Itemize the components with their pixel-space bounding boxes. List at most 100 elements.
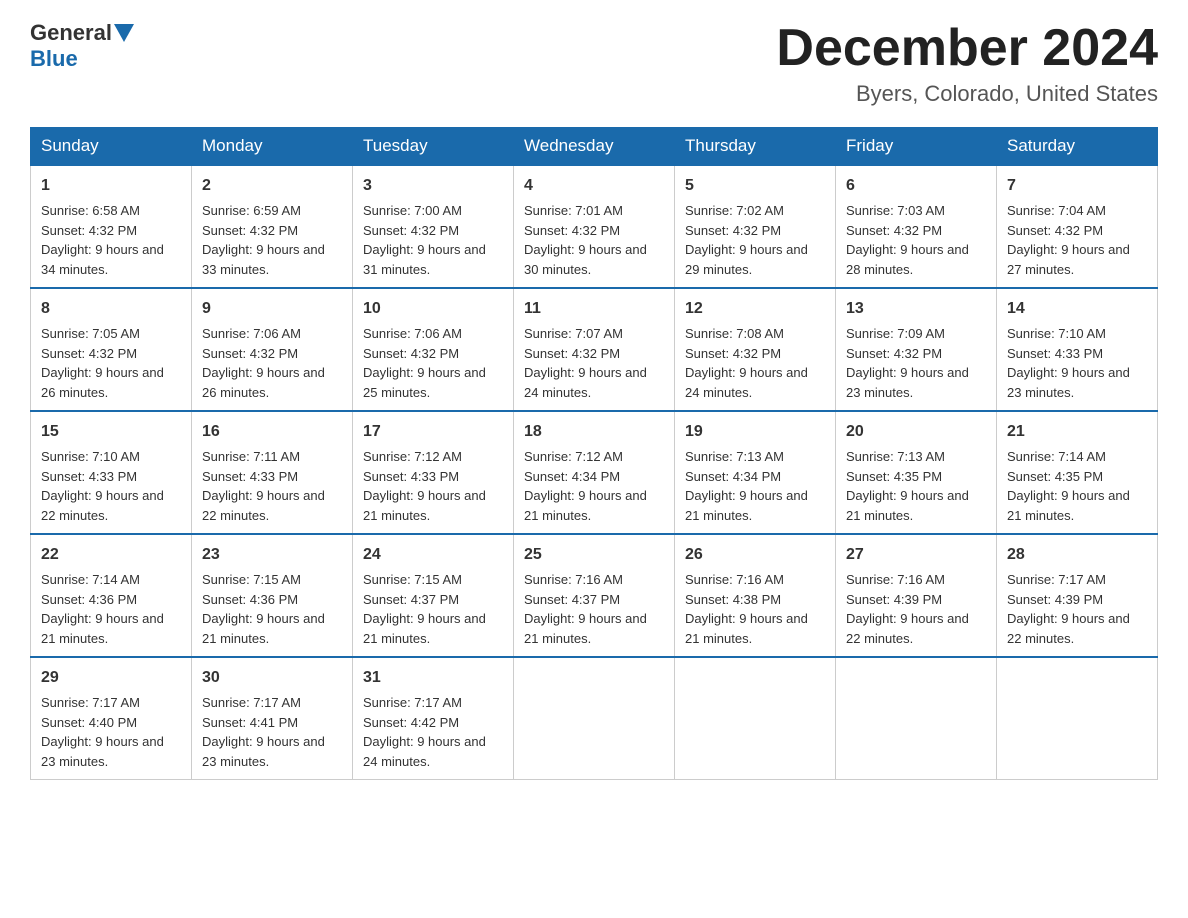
daylight-text: Daylight: 9 hours and 26 minutes. bbox=[41, 365, 164, 400]
sunset-text: Sunset: 4:34 PM bbox=[524, 469, 620, 484]
week-row-0: 1 Sunrise: 6:58 AM Sunset: 4:32 PM Dayli… bbox=[31, 165, 1158, 288]
sunset-text: Sunset: 4:35 PM bbox=[1007, 469, 1103, 484]
weekday-header-saturday: Saturday bbox=[997, 128, 1158, 166]
sunrise-text: Sunrise: 7:16 AM bbox=[685, 572, 784, 587]
sunset-text: Sunset: 4:36 PM bbox=[41, 592, 137, 607]
title-block: December 2024 Byers, Colorado, United St… bbox=[776, 20, 1158, 107]
calendar-cell: 26 Sunrise: 7:16 AM Sunset: 4:38 PM Dayl… bbox=[675, 534, 836, 657]
daylight-text: Daylight: 9 hours and 21 minutes. bbox=[685, 488, 808, 523]
sunrise-text: Sunrise: 7:13 AM bbox=[846, 449, 945, 464]
logo-blue-text: Blue bbox=[30, 46, 78, 72]
sunset-text: Sunset: 4:32 PM bbox=[846, 223, 942, 238]
logo-arrow-icon bbox=[114, 24, 134, 42]
weekday-header-tuesday: Tuesday bbox=[353, 128, 514, 166]
sunrise-text: Sunrise: 7:10 AM bbox=[41, 449, 140, 464]
daylight-text: Daylight: 9 hours and 22 minutes. bbox=[846, 611, 969, 646]
calendar-cell: 28 Sunrise: 7:17 AM Sunset: 4:39 PM Dayl… bbox=[997, 534, 1158, 657]
sunset-text: Sunset: 4:34 PM bbox=[685, 469, 781, 484]
sunrise-text: Sunrise: 7:06 AM bbox=[363, 326, 462, 341]
daylight-text: Daylight: 9 hours and 21 minutes. bbox=[363, 488, 486, 523]
weekday-header-sunday: Sunday bbox=[31, 128, 192, 166]
sunset-text: Sunset: 4:42 PM bbox=[363, 715, 459, 730]
sunrise-text: Sunrise: 7:13 AM bbox=[685, 449, 784, 464]
calendar-cell: 17 Sunrise: 7:12 AM Sunset: 4:33 PM Dayl… bbox=[353, 411, 514, 534]
calendar-cell: 27 Sunrise: 7:16 AM Sunset: 4:39 PM Dayl… bbox=[836, 534, 997, 657]
logo: General Blue bbox=[30, 20, 136, 72]
calendar-cell: 22 Sunrise: 7:14 AM Sunset: 4:36 PM Dayl… bbox=[31, 534, 192, 657]
week-row-3: 22 Sunrise: 7:14 AM Sunset: 4:36 PM Dayl… bbox=[31, 534, 1158, 657]
calendar-cell: 5 Sunrise: 7:02 AM Sunset: 4:32 PM Dayli… bbox=[675, 165, 836, 288]
daylight-text: Daylight: 9 hours and 24 minutes. bbox=[524, 365, 647, 400]
calendar-cell: 13 Sunrise: 7:09 AM Sunset: 4:32 PM Dayl… bbox=[836, 288, 997, 411]
daylight-text: Daylight: 9 hours and 21 minutes. bbox=[41, 611, 164, 646]
sunrise-text: Sunrise: 7:02 AM bbox=[685, 203, 784, 218]
month-title: December 2024 bbox=[776, 20, 1158, 77]
sunrise-text: Sunrise: 7:17 AM bbox=[202, 695, 301, 710]
sunset-text: Sunset: 4:33 PM bbox=[1007, 346, 1103, 361]
day-number: 27 bbox=[846, 543, 986, 567]
daylight-text: Daylight: 9 hours and 21 minutes. bbox=[202, 611, 325, 646]
calendar-cell: 8 Sunrise: 7:05 AM Sunset: 4:32 PM Dayli… bbox=[31, 288, 192, 411]
daylight-text: Daylight: 9 hours and 23 minutes. bbox=[1007, 365, 1130, 400]
calendar-cell bbox=[675, 657, 836, 780]
daylight-text: Daylight: 9 hours and 21 minutes. bbox=[846, 488, 969, 523]
sunrise-text: Sunrise: 7:09 AM bbox=[846, 326, 945, 341]
sunrise-text: Sunrise: 7:12 AM bbox=[524, 449, 623, 464]
calendar-cell: 23 Sunrise: 7:15 AM Sunset: 4:36 PM Dayl… bbox=[192, 534, 353, 657]
sunrise-text: Sunrise: 7:16 AM bbox=[524, 572, 623, 587]
calendar-cell: 2 Sunrise: 6:59 AM Sunset: 4:32 PM Dayli… bbox=[192, 165, 353, 288]
calendar-body: 1 Sunrise: 6:58 AM Sunset: 4:32 PM Dayli… bbox=[31, 165, 1158, 780]
week-row-4: 29 Sunrise: 7:17 AM Sunset: 4:40 PM Dayl… bbox=[31, 657, 1158, 780]
daylight-text: Daylight: 9 hours and 21 minutes. bbox=[524, 611, 647, 646]
sunrise-text: Sunrise: 7:04 AM bbox=[1007, 203, 1106, 218]
sunrise-text: Sunrise: 7:07 AM bbox=[524, 326, 623, 341]
day-number: 4 bbox=[524, 174, 664, 198]
day-number: 25 bbox=[524, 543, 664, 567]
week-row-2: 15 Sunrise: 7:10 AM Sunset: 4:33 PM Dayl… bbox=[31, 411, 1158, 534]
sunset-text: Sunset: 4:32 PM bbox=[846, 346, 942, 361]
calendar-cell: 15 Sunrise: 7:10 AM Sunset: 4:33 PM Dayl… bbox=[31, 411, 192, 534]
daylight-text: Daylight: 9 hours and 21 minutes. bbox=[524, 488, 647, 523]
calendar-cell: 7 Sunrise: 7:04 AM Sunset: 4:32 PM Dayli… bbox=[997, 165, 1158, 288]
day-number: 18 bbox=[524, 420, 664, 444]
calendar-cell: 20 Sunrise: 7:13 AM Sunset: 4:35 PM Dayl… bbox=[836, 411, 997, 534]
day-number: 6 bbox=[846, 174, 986, 198]
sunset-text: Sunset: 4:32 PM bbox=[202, 346, 298, 361]
sunset-text: Sunset: 4:41 PM bbox=[202, 715, 298, 730]
day-number: 21 bbox=[1007, 420, 1147, 444]
day-number: 22 bbox=[41, 543, 181, 567]
daylight-text: Daylight: 9 hours and 33 minutes. bbox=[202, 242, 325, 277]
day-number: 13 bbox=[846, 297, 986, 321]
daylight-text: Daylight: 9 hours and 34 minutes. bbox=[41, 242, 164, 277]
calendar-cell: 9 Sunrise: 7:06 AM Sunset: 4:32 PM Dayli… bbox=[192, 288, 353, 411]
day-number: 12 bbox=[685, 297, 825, 321]
sunrise-text: Sunrise: 7:12 AM bbox=[363, 449, 462, 464]
sunrise-text: Sunrise: 7:03 AM bbox=[846, 203, 945, 218]
day-number: 26 bbox=[685, 543, 825, 567]
daylight-text: Daylight: 9 hours and 25 minutes. bbox=[363, 365, 486, 400]
sunrise-text: Sunrise: 7:15 AM bbox=[202, 572, 301, 587]
daylight-text: Daylight: 9 hours and 24 minutes. bbox=[685, 365, 808, 400]
daylight-text: Daylight: 9 hours and 31 minutes. bbox=[363, 242, 486, 277]
day-number: 11 bbox=[524, 297, 664, 321]
calendar-cell: 4 Sunrise: 7:01 AM Sunset: 4:32 PM Dayli… bbox=[514, 165, 675, 288]
daylight-text: Daylight: 9 hours and 21 minutes. bbox=[685, 611, 808, 646]
day-number: 7 bbox=[1007, 174, 1147, 198]
calendar-cell: 12 Sunrise: 7:08 AM Sunset: 4:32 PM Dayl… bbox=[675, 288, 836, 411]
day-number: 23 bbox=[202, 543, 342, 567]
sunset-text: Sunset: 4:39 PM bbox=[846, 592, 942, 607]
daylight-text: Daylight: 9 hours and 23 minutes. bbox=[202, 734, 325, 769]
calendar-cell: 19 Sunrise: 7:13 AM Sunset: 4:34 PM Dayl… bbox=[675, 411, 836, 534]
daylight-text: Daylight: 9 hours and 30 minutes. bbox=[524, 242, 647, 277]
weekday-header-thursday: Thursday bbox=[675, 128, 836, 166]
sunrise-text: Sunrise: 7:00 AM bbox=[363, 203, 462, 218]
sunrise-text: Sunrise: 7:16 AM bbox=[846, 572, 945, 587]
calendar-cell bbox=[514, 657, 675, 780]
calendar-cell: 6 Sunrise: 7:03 AM Sunset: 4:32 PM Dayli… bbox=[836, 165, 997, 288]
daylight-text: Daylight: 9 hours and 21 minutes. bbox=[1007, 488, 1130, 523]
daylight-text: Daylight: 9 hours and 22 minutes. bbox=[41, 488, 164, 523]
sunset-text: Sunset: 4:37 PM bbox=[363, 592, 459, 607]
calendar-cell: 11 Sunrise: 7:07 AM Sunset: 4:32 PM Dayl… bbox=[514, 288, 675, 411]
day-number: 1 bbox=[41, 174, 181, 198]
weekday-header-row: SundayMondayTuesdayWednesdayThursdayFrid… bbox=[31, 128, 1158, 166]
